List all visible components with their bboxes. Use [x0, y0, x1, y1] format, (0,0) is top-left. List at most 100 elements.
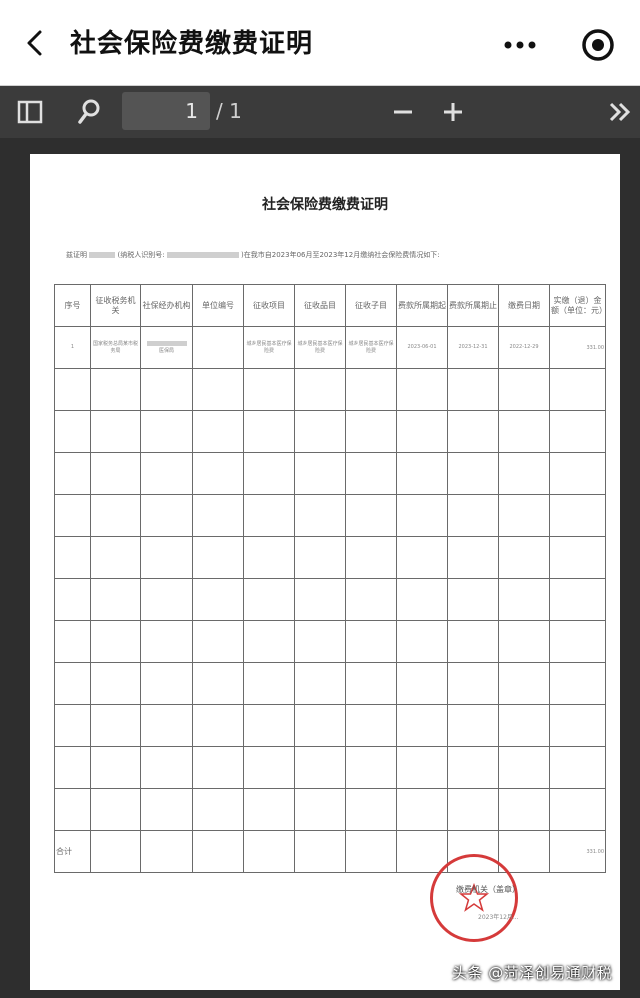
table-cell	[90, 494, 141, 537]
table-cell	[396, 746, 448, 789]
table-cell	[90, 788, 141, 831]
table-cell	[294, 452, 346, 495]
table-row	[54, 494, 606, 537]
table-cell	[294, 788, 346, 831]
document-title: 社会保险费缴费证明	[262, 197, 388, 213]
table-cell	[90, 746, 141, 789]
table-cell	[498, 830, 550, 873]
pdf-toolbar: / 1	[0, 86, 640, 138]
table-cell	[447, 704, 499, 747]
table-cell	[243, 536, 295, 579]
col-header: 征收子目	[345, 284, 397, 327]
top-nav-bar: 社会保险费缴费证明	[0, 0, 640, 86]
table-row	[54, 410, 606, 453]
more-dots-icon	[504, 41, 536, 49]
col-header: 实缴（退）金额（单位：元）	[549, 284, 607, 327]
table-cell	[396, 536, 448, 579]
pdf-viewer[interactable]: 社会保险费缴费证明 兹证明 (纳税人识别号: )在我市自2023年06月至202…	[0, 138, 640, 998]
official-seal	[430, 854, 518, 942]
col-header: 征收项目	[243, 284, 295, 327]
table-cell	[396, 620, 448, 663]
table-cell	[447, 620, 499, 663]
table-cell	[498, 788, 550, 831]
table-cell	[192, 494, 244, 537]
table-cell	[447, 494, 499, 537]
table-cell	[243, 746, 295, 789]
table-cell	[192, 704, 244, 747]
table-cell	[498, 494, 550, 537]
table-cell	[54, 746, 91, 789]
page-number-input[interactable]	[122, 92, 210, 130]
table-cell	[54, 536, 91, 579]
table-cell	[140, 578, 193, 621]
table-cell	[54, 788, 91, 831]
table-cell	[447, 578, 499, 621]
table-cell	[498, 746, 550, 789]
table-cell	[192, 578, 244, 621]
table-cell	[90, 410, 141, 453]
zoom-out-button[interactable]	[390, 98, 416, 126]
table-cell	[396, 662, 448, 705]
cell-period-end: 2023-12-31	[447, 326, 499, 369]
plus-icon	[444, 103, 462, 121]
table-cell	[294, 746, 346, 789]
table-cell	[90, 704, 141, 747]
cell-index: 1	[54, 326, 91, 369]
table-cell	[54, 494, 91, 537]
table-cell	[345, 494, 397, 537]
table-cell	[345, 578, 397, 621]
col-header: 社保经办机构	[140, 284, 193, 327]
more-options-button[interactable]	[500, 30, 540, 60]
table-cell	[140, 452, 193, 495]
table-cell	[192, 746, 244, 789]
table-cell	[447, 662, 499, 705]
more-tools-button[interactable]	[606, 98, 634, 126]
table-cell	[243, 788, 295, 831]
table-cell	[447, 452, 499, 495]
table-cell	[192, 830, 244, 873]
table-cell	[90, 830, 141, 873]
table-cell	[294, 620, 346, 663]
table-cell	[54, 578, 91, 621]
table-cell	[90, 452, 141, 495]
table-row	[54, 662, 606, 705]
zoom-in-button[interactable]	[440, 98, 466, 126]
table-cell	[243, 662, 295, 705]
table-cell	[192, 452, 244, 495]
table-cell	[345, 410, 397, 453]
col-header: 征收品目	[294, 284, 346, 327]
table-cell	[294, 368, 346, 411]
table-cell	[396, 830, 448, 873]
table-cell	[90, 578, 141, 621]
table-row	[54, 578, 606, 621]
table-cell	[549, 368, 606, 411]
table-cell	[345, 662, 397, 705]
table-cell	[345, 704, 397, 747]
table-cell	[294, 830, 346, 873]
redacted-taxid	[166, 252, 239, 258]
back-button[interactable]	[18, 26, 52, 60]
cell-item: 城乡居民基本医疗保险费	[294, 326, 346, 369]
table-cell	[54, 452, 91, 495]
table-cell	[549, 536, 606, 579]
table-cell	[498, 704, 550, 747]
table-cell	[140, 368, 193, 411]
table-cell	[192, 410, 244, 453]
table-cell	[140, 704, 193, 747]
table-cell	[345, 368, 397, 411]
watermark-text: 头条 @菏泽创易通财税	[452, 964, 613, 982]
table-cell	[549, 494, 606, 537]
search-button[interactable]	[76, 97, 104, 127]
table-cell	[243, 704, 295, 747]
sidebar-toggle-button[interactable]	[16, 98, 44, 126]
table-cell	[243, 452, 295, 495]
table-cell	[498, 536, 550, 579]
table-cell	[140, 620, 193, 663]
table-cell	[294, 578, 346, 621]
table-cell	[396, 410, 448, 453]
table-cell	[345, 746, 397, 789]
col-header: 单位编号	[192, 284, 244, 327]
col-header: 费款所属期止	[447, 284, 499, 327]
table-cell	[396, 494, 448, 537]
close-miniprogram-button[interactable]	[580, 27, 616, 63]
